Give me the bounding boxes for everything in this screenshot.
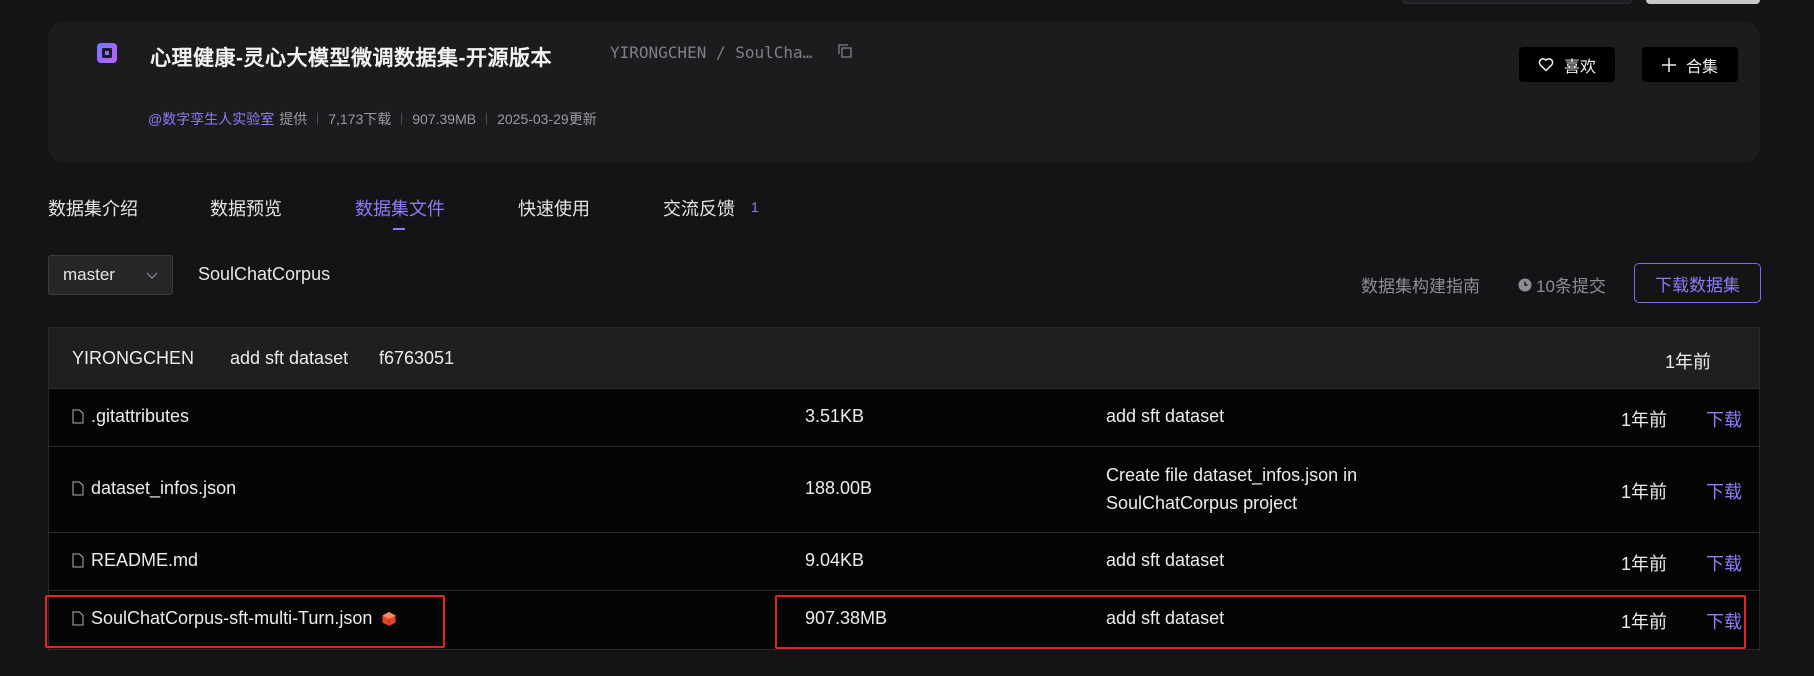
file-table: .gitattributes 3.51KB add sft dataset 1年… bbox=[48, 388, 1760, 650]
meta-divider bbox=[401, 113, 403, 125]
meta-divider bbox=[317, 113, 319, 125]
file-time: 1年前 bbox=[1621, 612, 1668, 632]
top-search-field[interactable] bbox=[1402, 0, 1632, 4]
file-download-link[interactable]: 下载 bbox=[1706, 478, 1742, 504]
file-commit-message: add sft dataset bbox=[1106, 550, 1225, 570]
commit-time: 1年前 bbox=[1665, 352, 1712, 372]
commits-label: 10条提交 bbox=[1536, 277, 1606, 296]
dataset-logo-icon bbox=[97, 43, 117, 63]
dataset-header-card: 心理健康-灵心大模型微调数据集-开源版本 YIRONGCHEN / SoulCh… bbox=[48, 22, 1760, 162]
lfs-icon bbox=[382, 611, 396, 626]
like-label: 喜欢 bbox=[1563, 58, 1596, 76]
commits-link[interactable]: 10条提交 bbox=[1518, 272, 1606, 297]
file-icon bbox=[72, 553, 84, 568]
plus-icon bbox=[1661, 57, 1676, 72]
file-size: 907.38MB bbox=[805, 608, 888, 628]
table-row[interactable]: README.md 9.04KB add sft dataset 1年前 下载 bbox=[49, 533, 1759, 591]
branch-select[interactable]: master bbox=[48, 255, 173, 295]
tab-quick-start[interactable]: 快速使用 bbox=[518, 195, 590, 221]
file-size: 3.51KB bbox=[805, 406, 865, 426]
commit-hash[interactable]: f6763051 bbox=[379, 348, 454, 369]
file-name[interactable]: SoulChatCorpus-sft-multi-Turn.json bbox=[72, 608, 397, 629]
copy-icon[interactable] bbox=[837, 43, 853, 59]
tab-intro[interactable]: 数据集介绍 bbox=[48, 195, 138, 221]
current-path: SoulChatCorpus bbox=[198, 264, 331, 284]
collection-label: 合集 bbox=[1685, 58, 1718, 76]
provided-label: 提供 bbox=[279, 111, 308, 127]
clock-icon bbox=[1518, 278, 1532, 291]
dataset-size: 907.39MB bbox=[412, 111, 477, 127]
tab-feedback[interactable]: 交流反馈 bbox=[663, 195, 735, 221]
file-icon bbox=[72, 409, 84, 424]
tab-files[interactable]: 数据集文件 bbox=[355, 195, 445, 221]
file-name[interactable]: dataset_infos.json bbox=[72, 478, 236, 499]
file-icon bbox=[72, 611, 84, 626]
tab-preview[interactable]: 数据预览 bbox=[210, 195, 282, 221]
branch-value: master bbox=[63, 265, 115, 284]
feedback-count-badge: 1 bbox=[751, 199, 759, 215]
build-guide-link[interactable]: 数据集构建指南 bbox=[1361, 272, 1480, 297]
last-commit-bar: YIRONGCHEN add sft dataset f6763051 1年前 bbox=[48, 327, 1760, 388]
file-time: 1年前 bbox=[1621, 482, 1668, 502]
file-name-label: dataset_infos.json bbox=[91, 478, 237, 498]
chevron-down-icon bbox=[146, 272, 158, 279]
file-download-link[interactable]: 下载 bbox=[1706, 406, 1742, 432]
dataset-meta: @数字孪生人实验室 提供 7,173下载 907.39MB 2025-03-29… bbox=[148, 109, 597, 129]
active-tab-indicator bbox=[393, 228, 405, 230]
file-commit-message: add sft dataset bbox=[1106, 406, 1225, 426]
top-action-button[interactable] bbox=[1646, 0, 1760, 4]
table-row[interactable]: SoulChatCorpus-sft-multi-Turn.json 907.3… bbox=[49, 591, 1759, 649]
provider-link[interactable]: @数字孪生人实验室 bbox=[148, 109, 274, 129]
download-dataset-button[interactable]: 下载数据集 bbox=[1634, 263, 1761, 303]
file-size: 9.04KB bbox=[805, 550, 865, 570]
table-row[interactable]: dataset_infos.json 188.00B Create file d… bbox=[49, 447, 1759, 533]
file-commit-message: Create file dataset_infos.json in SoulCh… bbox=[1106, 465, 1358, 513]
file-time: 1年前 bbox=[1621, 554, 1668, 574]
commit-message: add sft dataset bbox=[230, 348, 349, 368]
file-name-label: SoulChatCorpus-sft-multi-Turn.json bbox=[91, 608, 373, 628]
file-time: 1年前 bbox=[1621, 410, 1668, 430]
file-icon bbox=[72, 481, 84, 496]
file-commit-message: add sft dataset bbox=[1106, 608, 1225, 628]
add-to-collection-button[interactable]: 合集 bbox=[1642, 47, 1738, 82]
commit-author[interactable]: YIRONGCHEN bbox=[72, 348, 194, 369]
file-name[interactable]: README.md bbox=[72, 550, 198, 571]
file-name[interactable]: .gitattributes bbox=[72, 406, 189, 427]
table-row[interactable]: .gitattributes 3.51KB add sft dataset 1年… bbox=[49, 389, 1759, 447]
file-name-label: .gitattributes bbox=[91, 406, 190, 426]
heart-icon bbox=[1538, 58, 1554, 72]
repo-path[interactable]: YIRONGCHEN / SoulCha… bbox=[610, 43, 812, 62]
like-button[interactable]: 喜欢 bbox=[1519, 47, 1615, 82]
meta-divider bbox=[486, 113, 488, 125]
file-download-link[interactable]: 下载 bbox=[1706, 550, 1742, 576]
file-size: 188.00B bbox=[805, 478, 873, 498]
file-download-link[interactable]: 下载 bbox=[1706, 608, 1742, 634]
download-count: 7,173下载 bbox=[328, 111, 392, 127]
updated-date: 2025-03-29更新 bbox=[497, 111, 597, 127]
page-title: 心理健康-灵心大模型微调数据集-开源版本 bbox=[150, 47, 552, 70]
file-name-label: README.md bbox=[91, 550, 199, 570]
